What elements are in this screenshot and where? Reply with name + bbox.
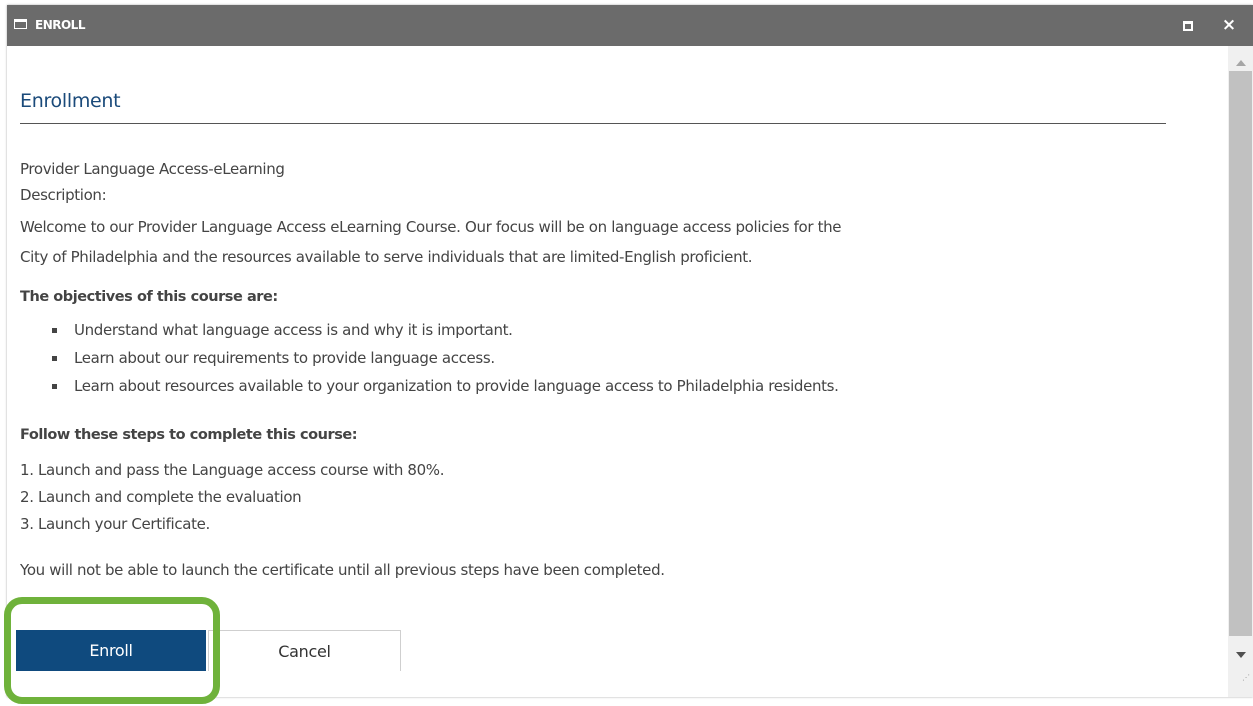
- description-text-line2: City of Philadelphia and the resources a…: [20, 248, 753, 266]
- dialog-content: Enrollment Provider Language Access-eLea…: [7, 46, 1228, 671]
- resize-grip-icon[interactable]: ⋰: [1242, 674, 1252, 684]
- step-item: 2. Launch and complete the evaluation: [20, 488, 302, 506]
- completion-note: You will not be able to launch the certi…: [20, 561, 665, 579]
- dialog-titlebar[interactable]: ENROLL ×: [7, 5, 1253, 46]
- steps-heading: Follow these steps to complete this cour…: [20, 427, 358, 443]
- course-name: Provider Language Access-eLearning: [20, 160, 285, 178]
- maximize-icon[interactable]: [1183, 21, 1193, 31]
- close-icon[interactable]: ×: [1219, 14, 1239, 36]
- description-text-line1: Welcome to our Provider Language Access …: [20, 218, 842, 236]
- cancel-button[interactable]: Cancel: [208, 630, 401, 671]
- description-label: Description:: [20, 186, 107, 204]
- enroll-dialog: ENROLL × Enrollment Provider Language Ac…: [7, 5, 1253, 697]
- objective-item: Learn about resources available to your …: [74, 377, 839, 395]
- bullet-icon: [52, 356, 57, 361]
- objective-item: Understand what language access is and w…: [74, 321, 513, 339]
- heading-divider: [20, 123, 1166, 124]
- scrollbar-thumb[interactable]: [1229, 71, 1252, 636]
- scroll-up-arrow-icon[interactable]: [1236, 60, 1246, 66]
- page-title: Enrollment: [20, 90, 121, 112]
- bullet-icon: [52, 384, 57, 389]
- objectives-heading: The objectives of this course are:: [20, 289, 278, 305]
- vertical-scrollbar[interactable]: ⋰: [1228, 46, 1253, 697]
- dialog-title: ENROLL: [35, 18, 85, 32]
- step-item: 1. Launch and pass the Language access c…: [20, 461, 445, 479]
- scroll-down-arrow-icon[interactable]: [1236, 652, 1246, 658]
- window-icon: [14, 19, 27, 29]
- step-item: 3. Launch your Certificate.: [20, 515, 210, 533]
- highlight-annotation: [4, 597, 220, 704]
- bullet-icon: [52, 328, 57, 333]
- objective-item: Learn about our requirements to provide …: [74, 349, 495, 367]
